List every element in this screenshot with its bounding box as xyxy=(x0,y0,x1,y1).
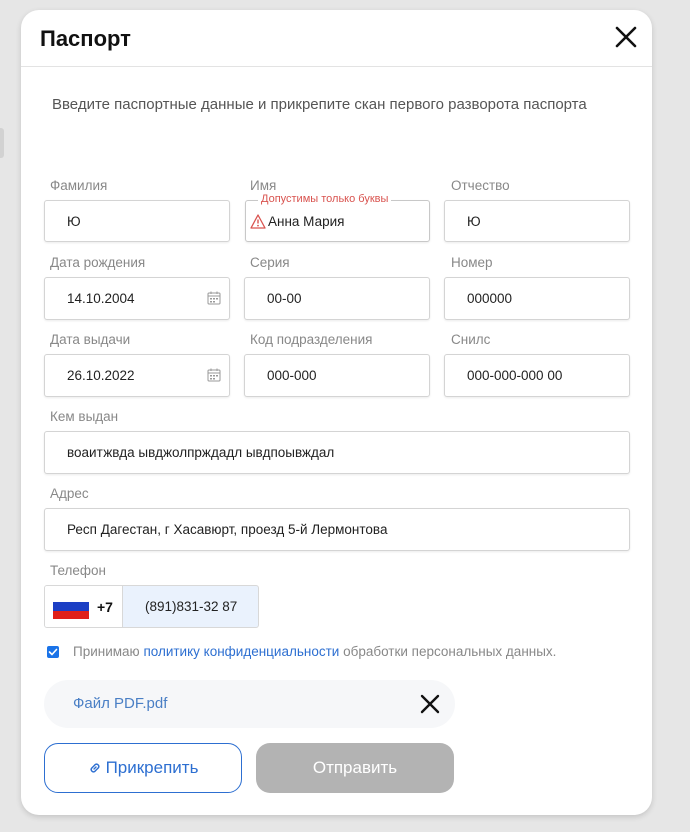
check-icon xyxy=(48,648,58,655)
patronymic-label: Отчество xyxy=(451,178,510,193)
dialog-intro: Введите паспортные данные и прикрепите с… xyxy=(52,96,587,113)
birth-date-field[interactable]: 14.10.2004 xyxy=(44,277,230,320)
privacy-policy-link[interactable]: политику конфиденциальности xyxy=(143,644,339,659)
background-panel-edge xyxy=(0,128,4,158)
snils-value: 000-000-000 00 xyxy=(467,368,563,383)
consent-text: Принимаю политику конфиденциальности обр… xyxy=(73,644,556,659)
calendar-icon[interactable] xyxy=(207,368,221,382)
consent-suffix: обработки персональных данных. xyxy=(343,644,557,659)
attached-file: Файл PDF.pdf xyxy=(44,680,455,728)
number-field[interactable]: 000000 xyxy=(444,277,630,320)
issue-date-field[interactable]: 26.10.2022 xyxy=(44,354,230,397)
name-label: Имя xyxy=(250,178,277,193)
patronymic-field[interactable]: Ю xyxy=(444,200,630,242)
surname-value: Ю xyxy=(67,213,81,229)
address-value: Респ Дагестан, г Хасавюрт, проезд 5-й Ле… xyxy=(67,522,388,537)
issued-by-field[interactable]: воаитжвда ывджолпрждадл ывдпоывждал xyxy=(44,431,630,474)
close-icon[interactable] xyxy=(614,25,638,49)
consent-prefix: Принимаю xyxy=(73,644,140,659)
submit-button[interactable]: Отправить xyxy=(256,743,454,793)
issued-by-label: Кем выдан xyxy=(50,409,119,424)
remove-file-icon[interactable] xyxy=(419,693,441,715)
surname-field[interactable]: Ю xyxy=(44,200,230,242)
name-value: Анна Мария xyxy=(268,213,345,229)
attach-button[interactable]: Прикрепить xyxy=(44,743,242,793)
division-code-label: Код подразделения xyxy=(250,332,373,347)
phone-value: (891)831-32 87 xyxy=(145,599,238,614)
address-label: Адрес xyxy=(50,486,89,501)
birth-date-value: 14.10.2004 xyxy=(67,291,135,306)
series-value: 00-00 xyxy=(267,291,302,306)
name-field[interactable]: Допустимы только буквы Анна Мария xyxy=(245,193,430,242)
number-value: 000000 xyxy=(467,291,513,306)
dialog-header: Паспорт xyxy=(21,10,652,67)
snils-field[interactable]: 000-000-000 00 xyxy=(444,354,630,397)
division-code-value: 000-000 xyxy=(267,368,317,383)
calendar-icon[interactable] xyxy=(207,291,221,305)
division-code-field[interactable]: 000-000 xyxy=(244,354,430,397)
surname-label: Фамилия xyxy=(50,178,108,193)
consent-checkbox[interactable] xyxy=(47,645,59,658)
number-label: Номер xyxy=(451,255,493,270)
dialog-title: Паспорт xyxy=(40,26,131,51)
link-icon xyxy=(90,763,100,773)
series-field[interactable]: 00-00 xyxy=(244,277,430,320)
address-field[interactable]: Респ Дагестан, г Хасавюрт, проезд 5-й Ле… xyxy=(44,508,630,551)
passport-dialog: Паспорт Введите паспортные данные и прик… xyxy=(21,10,652,815)
warning-icon xyxy=(250,214,266,229)
consent-row: Принимаю политику конфиденциальности обр… xyxy=(47,644,556,659)
phone-label: Телефон xyxy=(50,563,107,578)
country-selector[interactable]: +7 xyxy=(45,586,123,627)
issue-date-label: Дата выдачи xyxy=(50,332,131,347)
phone-field[interactable]: +7 (891)831-32 87 xyxy=(44,585,259,628)
snils-label: Снилс xyxy=(451,332,491,347)
birth-date-label: Дата рождения xyxy=(50,255,146,270)
issue-date-value: 26.10.2022 xyxy=(67,368,135,383)
attach-button-label: Прикрепить xyxy=(105,758,199,777)
patronymic-value: Ю xyxy=(467,213,481,229)
country-code: +7 xyxy=(97,599,113,615)
issued-by-value: воаитжвда ывджолпрждадл ывдпоывждал xyxy=(67,445,335,460)
russia-flag-icon xyxy=(53,594,89,619)
series-label: Серия xyxy=(250,255,290,270)
file-name[interactable]: Файл PDF.pdf xyxy=(73,695,167,712)
